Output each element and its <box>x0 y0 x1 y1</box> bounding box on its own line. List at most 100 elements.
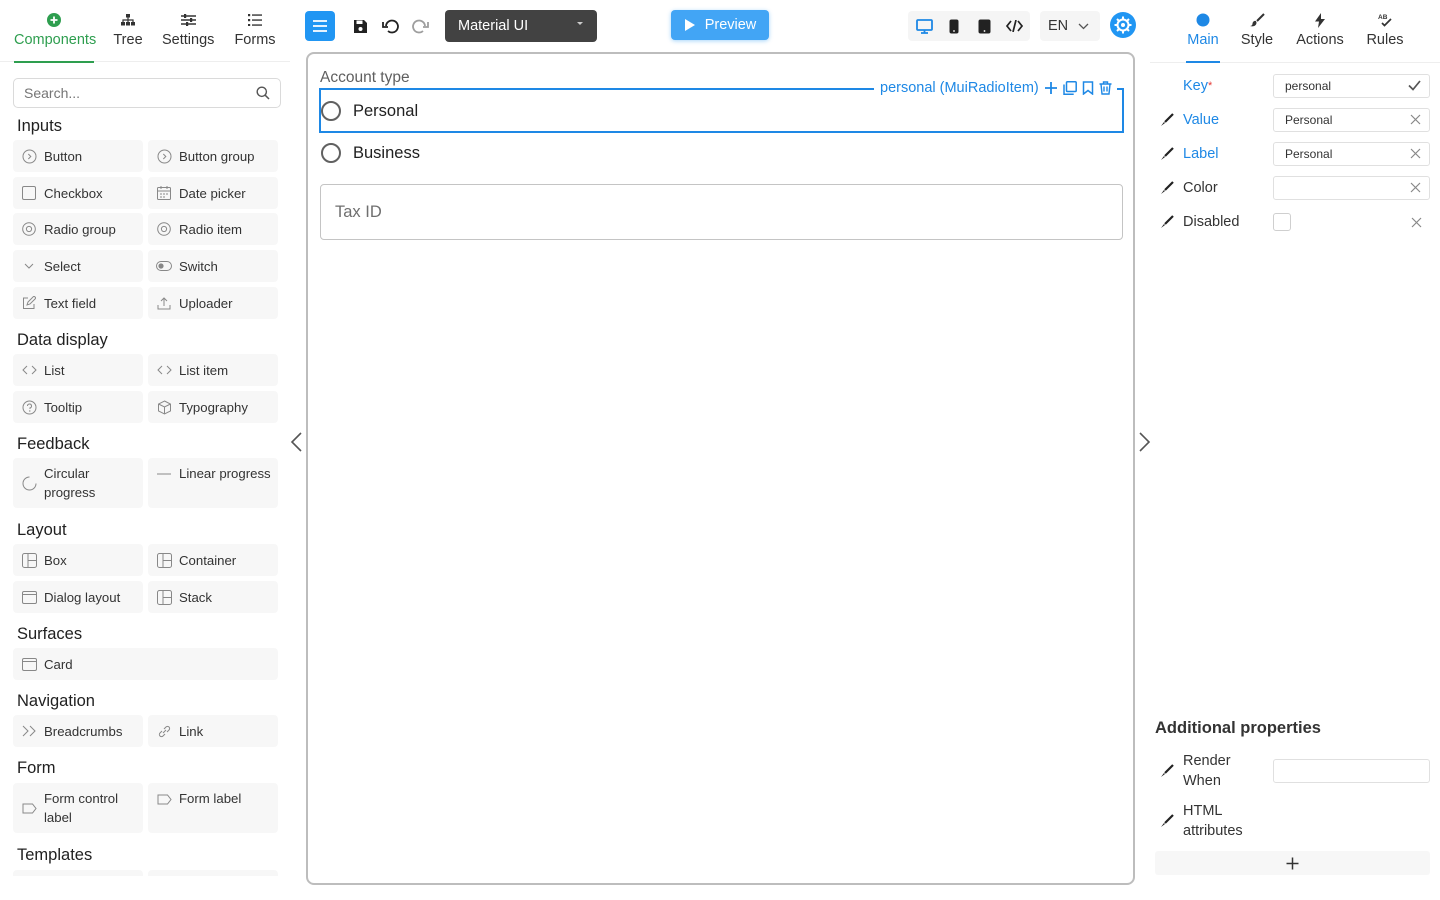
list-icon <box>248 14 262 26</box>
component-checkbox[interactable]: Checkbox <box>13 177 143 209</box>
prop-color-input[interactable] <box>1273 176 1430 200</box>
question-circle-icon <box>22 400 36 414</box>
tab-settings[interactable]: Settings <box>162 10 214 62</box>
collapse-right-panel-button[interactable] <box>1138 431 1154 455</box>
mobile-icon <box>949 19 959 33</box>
code-brackets-icon <box>21 365 37 375</box>
pencil-icon[interactable] <box>1160 181 1174 195</box>
language-select[interactable]: EN <box>1040 11 1100 41</box>
chevron-left-icon <box>290 432 302 452</box>
prop-color-row: Color <box>1155 171 1430 205</box>
component-button-group[interactable]: Button group <box>148 140 278 172</box>
component-breadcrumbs[interactable]: Breadcrumbs <box>13 715 143 747</box>
component-select[interactable]: Select <box>13 250 143 282</box>
circle-chevron-icon <box>22 149 36 163</box>
prop-key-input[interactable]: personal <box>1273 74 1430 98</box>
form-canvas[interactable]: Account type personal (MuiRadioItem) Per… <box>306 52 1135 885</box>
radio-circle[interactable] <box>321 143 341 163</box>
component-switch[interactable]: Switch <box>148 250 278 282</box>
check-icon[interactable] <box>1408 80 1421 91</box>
component-date-picker[interactable]: Date picker <box>148 177 278 209</box>
component-dialog-layout[interactable]: Dialog layout <box>13 581 143 613</box>
tablet-view-button[interactable] <box>969 11 999 41</box>
redo-button[interactable] <box>405 11 435 41</box>
selected-component-tag: personal (MuiRadioItem) <box>878 78 1112 98</box>
tab-style[interactable]: Style <box>1240 10 1274 62</box>
clear-icon[interactable] <box>1410 182 1421 193</box>
chevron-right-icon <box>1139 432 1151 452</box>
component-box[interactable]: Box <box>13 544 143 576</box>
preview-button[interactable]: Preview <box>671 10 769 40</box>
pencil-icon[interactable] <box>1160 215 1174 229</box>
prop-render-when-input[interactable] <box>1273 759 1430 783</box>
radio-icon <box>157 222 171 236</box>
tab-tree[interactable]: Tree <box>112 10 144 62</box>
components-panel: Components Tree Settings Forms Inputs Bu… <box>0 0 290 900</box>
radio-circle[interactable] <box>321 101 341 121</box>
search-box <box>13 78 281 108</box>
component-uploader[interactable]: Uploader <box>148 287 278 319</box>
component-container[interactable]: Container <box>148 544 278 576</box>
circle-chevron-icon <box>157 149 171 163</box>
fieldset-label: Account type <box>320 69 410 86</box>
mobile-view-button[interactable] <box>939 11 969 41</box>
prop-value-input[interactable]: Personal <box>1273 108 1430 132</box>
chevron-down-icon <box>1078 23 1089 29</box>
code-view-button[interactable] <box>999 11 1029 41</box>
pencil-icon[interactable] <box>1160 814 1174 828</box>
tab-actions[interactable]: Actions <box>1296 10 1344 62</box>
save-button[interactable] <box>345 11 375 41</box>
clear-icon[interactable] <box>1410 114 1421 125</box>
component-text-field[interactable]: Text field <box>13 287 143 319</box>
component-circular-progress[interactable]: Circular progress <box>13 458 143 508</box>
tab-forms[interactable]: Forms <box>234 10 276 62</box>
prop-value-row: Value Personal <box>1155 103 1430 137</box>
save-icon <box>353 19 367 33</box>
radio-business[interactable]: Business <box>320 133 420 173</box>
collapse-left-panel-button[interactable] <box>289 431 305 455</box>
component-list[interactable]: List <box>13 354 143 386</box>
copy-icon[interactable] <box>1063 81 1077 95</box>
redo-icon <box>411 19 429 34</box>
pencil-icon[interactable] <box>1160 764 1174 778</box>
search-input[interactable] <box>24 85 256 101</box>
component-radio-item[interactable]: Radio item <box>148 213 278 245</box>
tab-components[interactable]: Components <box>14 10 96 63</box>
menu-button[interactable] <box>305 11 335 41</box>
component-radio-group[interactable]: Radio group <box>13 213 143 245</box>
add-property-button[interactable] <box>1155 851 1430 875</box>
clear-icon[interactable] <box>1410 148 1421 159</box>
trash-icon[interactable] <box>1099 81 1112 95</box>
component-link[interactable]: Link <box>148 715 278 747</box>
settings-gear-button[interactable] <box>1110 12 1136 38</box>
component-tooltip[interactable]: Tooltip <box>13 391 143 423</box>
prop-label-input[interactable]: Personal <box>1273 142 1430 166</box>
theme-select[interactable]: Material UI <box>445 10 597 42</box>
prop-render-when-label: Render When <box>1183 753 1231 789</box>
category-templates: Templates <box>17 846 93 864</box>
pencil-icon[interactable] <box>1160 147 1174 161</box>
component-linear-progress[interactable]: Linear progress <box>148 458 278 508</box>
undo-button[interactable] <box>375 11 405 41</box>
plus-circle-icon <box>47 13 61 27</box>
clear-icon[interactable] <box>1411 217 1422 228</box>
component-form-label[interactable]: Form label <box>148 783 278 833</box>
component-card[interactable]: Card <box>13 648 278 680</box>
component-button[interactable]: Button <box>13 140 143 172</box>
bookmark-icon[interactable] <box>1082 81 1094 95</box>
category-inputs: Inputs <box>17 117 62 135</box>
tax-id-field[interactable]: Tax ID <box>320 184 1123 240</box>
component-stack[interactable]: Stack <box>148 581 278 613</box>
radio-personal[interactable]: Personal <box>320 91 418 131</box>
tab-main[interactable]: Main <box>1186 10 1220 63</box>
pencil-icon[interactable] <box>1160 113 1174 127</box>
search-icon[interactable] <box>256 86 270 100</box>
component-typography[interactable]: Typography <box>148 391 278 423</box>
prop-disabled-checkbox[interactable] <box>1273 213 1291 231</box>
desktop-view-button[interactable] <box>909 11 939 41</box>
add-icon[interactable] <box>1044 81 1058 95</box>
component-form-control-label[interactable]: Form control label <box>13 783 143 833</box>
tab-rules[interactable]: AB Rules <box>1366 10 1404 62</box>
component-list-item[interactable]: List item <box>148 354 278 386</box>
spinner-icon <box>22 476 36 490</box>
